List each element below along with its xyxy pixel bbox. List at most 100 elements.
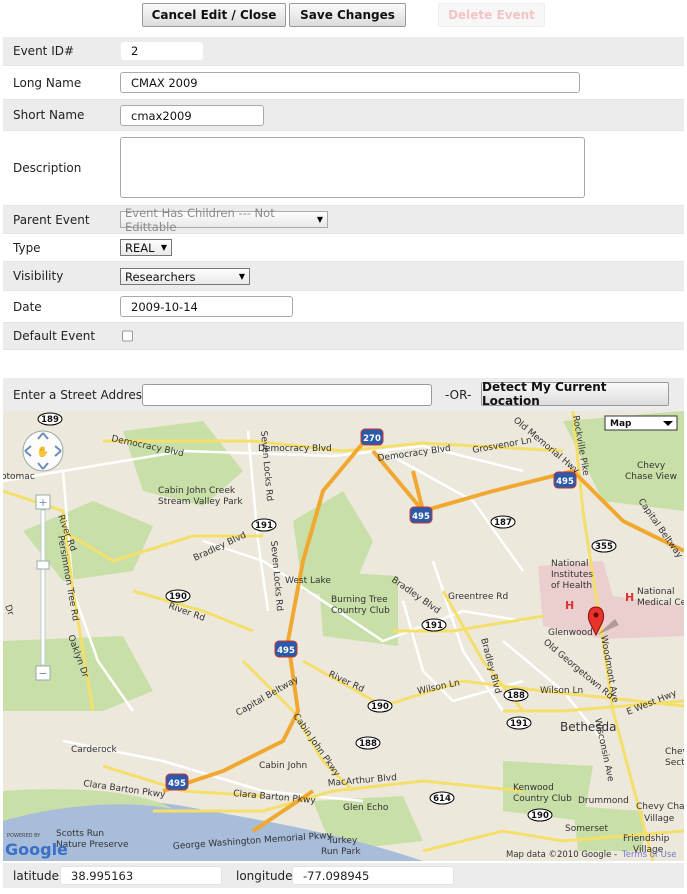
map-place-label: Country Club [513,794,572,804]
svg-text:189: 189 [41,415,59,425]
long-name-field[interactable]: CMAX 2009 [120,72,580,93]
parent-event-value: Event Has Children --- Not Edittable [125,205,275,234]
powered-by-label: POWERED BY [7,833,41,839]
svg-text:191: 191 [255,521,273,531]
type-select[interactable]: REAL ▼ [120,239,172,256]
map-canvas[interactable]: Cabin John Creek Stream Valley Park West… [3,411,684,861]
visibility-label: Visibility [13,269,64,283]
map-place-label: Country Club [331,606,390,616]
map-place-label: Burning Tree [331,595,388,605]
map-place-label: Cabin John Creek [158,486,236,496]
longitude-field[interactable]: -77.098945 [292,866,454,885]
svg-text:355: 355 [595,542,613,552]
parent-event-select: Event Has Children --- Not Edittable ▼ [120,206,328,234]
type-label: Type [13,240,41,255]
map-place-label: Sect [665,758,684,768]
interstate-shield: 270 [360,428,384,446]
map-place-label: Institutes [551,570,593,580]
row-default-event: Default Event [3,323,684,350]
map-place-label: Glen Echo [343,803,389,813]
route-shield: 190 [527,808,553,822]
row-parent-event: Parent Event Event Has Children --- Not … [3,206,684,234]
interstate-shield: 495 [409,506,433,524]
map-place-label: Chase View [625,472,677,482]
event-id-label: Event ID# [13,44,75,58]
hand-icon: ✋ [37,445,49,458]
row-short-name: Short Name cmax2009 [3,100,684,131]
map-place-label: National [551,559,589,569]
svg-text:614: 614 [433,794,451,804]
map-place-label: Carderock [71,745,118,755]
event-form: Event ID# 2 Long Name CMAX 2009 Short Na… [3,37,684,350]
route-shield: 187 [490,515,516,529]
hospital-icon: H [625,591,634,604]
svg-text:188: 188 [507,691,525,701]
row-long-name: Long Name CMAX 2009 [3,66,684,100]
map-place-label: Chev [665,747,684,757]
map-road-label: Greentree Rd [448,592,508,602]
row-visibility: Visibility Researchers ▼ [3,262,684,291]
latitude-field[interactable]: 38.995163 [60,866,222,885]
address-bar: Enter a Street Address: -OR- Detect My C… [3,378,684,412]
visibility-select[interactable]: Researchers ▼ [120,268,250,285]
detect-location-button[interactable]: Detect My Current Location [481,380,669,408]
route-shield: 190 [367,699,393,713]
svg-text:191: 191 [425,621,443,631]
map-place-label: Kenwood [513,783,554,793]
svg-text:187: 187 [494,518,512,528]
interstate-shield: 495 [274,640,298,658]
map-type-select[interactable]: Map [604,415,678,431]
map-place-label: Run Park [321,847,361,857]
route-shield: 190 [165,589,191,603]
interstate-shield: 495 [553,471,577,489]
terms-of-use-link[interactable]: Terms of Use [621,850,677,860]
map-place-label: otomac [3,472,35,482]
short-name-field[interactable]: cmax2009 [120,105,264,126]
save-changes-button[interactable]: Save Changes [289,3,406,27]
dropdown-arrow-icon: ▼ [316,215,323,224]
map-place-label: Stream Valley Park [158,497,243,507]
route-shield: 355 [591,539,617,553]
zoom-out-icon: − [38,667,47,680]
google-logo: Google [5,840,68,859]
default-event-checkbox[interactable] [122,330,133,342]
street-address-label: Enter a Street Address: [13,388,153,402]
date-label: Date [13,299,42,314]
svg-text:190: 190 [371,702,389,712]
route-shield: 189 [37,412,63,426]
row-event-id: Event ID# 2 [3,37,684,66]
map-place-label: Chevy [637,461,666,471]
cancel-edit-button[interactable]: Cancel Edit / Close [142,3,286,27]
route-shield: 614 [429,791,455,805]
street-address-input[interactable] [142,384,432,406]
description-textarea[interactable] [120,137,585,198]
map-place-label: Village [644,814,675,824]
dropdown-arrow-icon: ▼ [238,272,245,281]
parent-event-label: Parent Event [13,212,90,227]
svg-text:495: 495 [412,512,430,522]
row-date: Date 2009-10-14 [3,291,684,323]
row-description: Description [3,131,684,206]
pan-control[interactable]: ✋ [22,430,64,472]
map-place-label: West Lake [285,576,331,586]
date-field[interactable]: 2009-10-14 [120,296,293,317]
route-shield: 191 [421,618,447,632]
map[interactable]: Cabin John Creek Stream Valley Park West… [3,411,684,861]
svg-text:495: 495 [277,646,295,656]
route-shield: 191 [506,716,532,730]
svg-text:495: 495 [556,477,574,487]
map-place-label: Glenwood [548,628,593,638]
svg-text:190: 190 [531,811,549,821]
route-shield: 188 [503,688,529,702]
map-place-label: Chevy Cha [636,802,684,812]
latitude-label: latitude: [13,869,64,883]
map-place-label: Somerset [565,824,608,834]
map-place-label: Bethesda [560,720,617,734]
long-name-label: Long Name [13,75,82,90]
or-label: -OR- [445,388,472,402]
map-place-label: Drummond [578,796,629,806]
zoom-slider-handle [36,560,50,570]
zoom-in-icon: + [38,496,47,509]
interstate-shield: 495 [165,773,189,791]
route-shield: 188 [355,736,381,750]
